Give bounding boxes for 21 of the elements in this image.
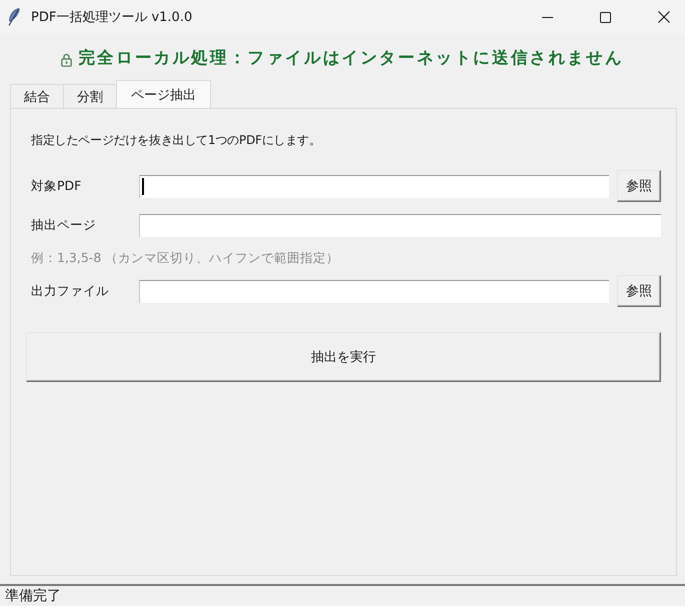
field-label: 対象PDF — [31, 178, 82, 194]
execute-button[interactable]: 抽出を実行 — [26, 332, 661, 382]
tab[interactable]: ページ抽出 — [116, 80, 211, 108]
status-text: 準備完了 — [5, 587, 61, 606]
input-field[interactable] — [139, 174, 609, 198]
window-title: PDF一括処理ツール v1.0.0 — [31, 9, 192, 26]
minimize-icon — [542, 16, 553, 18]
hint-text: 例：1,3,5-8 （カンマ区切り、ハイフンで範囲指定） — [31, 250, 340, 266]
feather-icon — [8, 8, 20, 26]
input-field[interactable] — [139, 280, 609, 302]
tab[interactable]: 結合 — [10, 84, 64, 108]
maximize-icon — [600, 12, 610, 22]
description-text: 指定したページだけを抜き出して1つのPDFにします。 — [31, 132, 321, 149]
close-icon — [658, 11, 670, 23]
browse-button[interactable]: 参照 — [617, 275, 661, 307]
privacy-notice: 完全ローカル処理：ファイルはインターネットに送信されません — [78, 47, 624, 69]
field-label: 出力ファイル — [31, 282, 109, 300]
browse-button[interactable]: 参照 — [617, 170, 661, 202]
input-field[interactable] — [139, 214, 661, 237]
lock-icon — [61, 53, 72, 67]
field-label: 抽出ページ — [31, 217, 96, 234]
